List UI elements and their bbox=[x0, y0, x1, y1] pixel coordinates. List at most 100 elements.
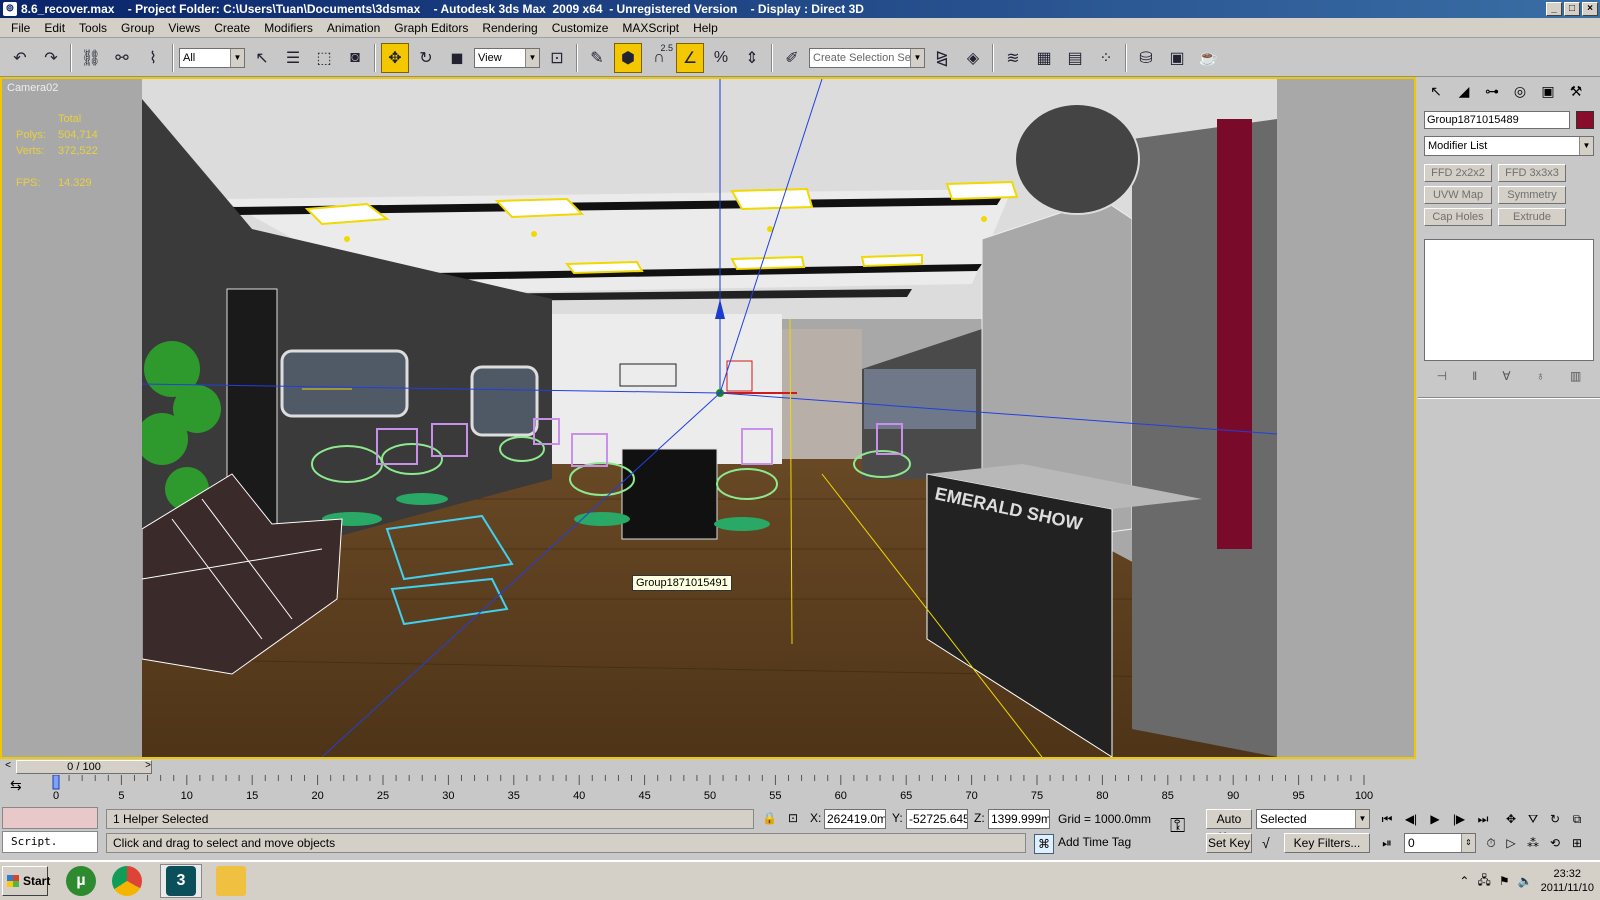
minimize-button[interactable]: _ bbox=[1546, 2, 1562, 16]
time-slider-thumb[interactable]: 0 / 100 bbox=[16, 760, 152, 774]
maximize-viewport-icon[interactable]: ⊞ bbox=[1566, 833, 1588, 853]
zoom-icon[interactable]: ⛛ bbox=[1522, 809, 1544, 829]
select-and-manipulate-icon[interactable]: ✎ bbox=[583, 43, 611, 73]
menu-maxscript[interactable]: MAXScript bbox=[615, 18, 686, 38]
x-coordinate-field[interactable]: 262419.0m bbox=[824, 809, 886, 829]
action-center-icon[interactable]: ⚑ bbox=[1499, 874, 1510, 888]
maximize-button[interactable]: □ bbox=[1564, 2, 1580, 16]
y-coordinate-field[interactable]: -52725.645 bbox=[906, 809, 968, 829]
select-and-link-icon[interactable]: ⛓ bbox=[77, 43, 105, 73]
select-and-scale-icon[interactable]: ◼ bbox=[443, 43, 471, 73]
undo-icon[interactable]: ↶ bbox=[6, 43, 34, 73]
menu-help[interactable]: Help bbox=[686, 18, 725, 38]
hierarchy-tab-icon[interactable]: ⊶ bbox=[1480, 81, 1504, 101]
field-of-view-icon[interactable]: ▷ bbox=[1500, 833, 1522, 853]
key-filters-button[interactable]: Key Filters... bbox=[1284, 833, 1370, 853]
modifier-stack[interactable] bbox=[1424, 239, 1594, 361]
menu-views[interactable]: Views bbox=[161, 18, 207, 38]
menu-graph-editors[interactable]: Graph Editors bbox=[387, 18, 475, 38]
next-frame-icon[interactable]: |▶ bbox=[1448, 809, 1470, 829]
menu-file[interactable]: File bbox=[4, 18, 37, 38]
chrome-task[interactable] bbox=[106, 864, 148, 898]
select-and-rotate-icon[interactable]: ↻ bbox=[412, 43, 440, 73]
zoom-extents-icon[interactable]: ⧉ bbox=[1566, 809, 1588, 829]
ffd-3x3x3-button[interactable]: FFD 3x3x3 bbox=[1498, 164, 1566, 182]
3dsmax-app-icon[interactable]: ⊚ bbox=[3, 2, 17, 16]
menu-tools[interactable]: Tools bbox=[72, 18, 114, 38]
modify-tab-icon[interactable]: ◢ bbox=[1452, 81, 1476, 101]
add-time-tag[interactable]: Add Time Tag bbox=[1058, 835, 1131, 849]
show-hidden-icons-icon[interactable]: ⌃ bbox=[1459, 874, 1469, 888]
3dsmax-task[interactable]: 3 bbox=[160, 864, 202, 898]
redo-icon[interactable]: ↷ bbox=[37, 43, 65, 73]
cap-holes-button[interactable]: Cap Holes bbox=[1424, 208, 1492, 226]
current-time-marker[interactable] bbox=[52, 775, 60, 790]
show-end-result-icon[interactable]: ‖ bbox=[1472, 369, 1477, 383]
pivot-center-icon[interactable]: ⊡ bbox=[543, 43, 571, 73]
previous-frame-icon[interactable]: ◀| bbox=[1400, 809, 1422, 829]
pin-stack-icon[interactable]: ⊣ bbox=[1437, 369, 1447, 383]
unlink-selection-icon[interactable]: ⚯ bbox=[108, 43, 136, 73]
viewport-label[interactable]: Camera02 bbox=[7, 82, 58, 94]
utilities-tab-icon[interactable]: ⚒ bbox=[1564, 81, 1588, 101]
select-object-icon[interactable]: ↖ bbox=[248, 43, 276, 73]
maxscript-input[interactable]: Script. bbox=[2, 831, 98, 853]
go-to-end-icon[interactable]: ⏭ bbox=[1472, 809, 1494, 829]
absolute-mode-icon[interactable]: ⊡ bbox=[788, 811, 798, 825]
time-tag-icon[interactable]: ⌘ bbox=[1034, 834, 1054, 854]
menu-animation[interactable]: Animation bbox=[320, 18, 387, 38]
current-frame-field[interactable]: 0 ⇕ bbox=[1404, 833, 1476, 853]
object-color-swatch[interactable] bbox=[1576, 111, 1594, 129]
configure-modifier-sets-icon[interactable]: ▥ bbox=[1570, 369, 1581, 383]
select-and-move-icon[interactable]: ✥ bbox=[381, 42, 409, 73]
menu-customize[interactable]: Customize bbox=[545, 18, 616, 38]
extrude-button[interactable]: Extrude bbox=[1498, 208, 1566, 226]
key-mode-dropdown[interactable]: Selected ▼ bbox=[1256, 809, 1370, 829]
window-crossing-icon[interactable]: ◙ bbox=[341, 43, 369, 73]
auto-key-button[interactable]: Auto Key bbox=[1206, 809, 1252, 844]
align-icon[interactable]: ◈ bbox=[959, 43, 987, 73]
remove-modifier-icon[interactable]: ♁ bbox=[1536, 369, 1545, 383]
curve-editor-icon[interactable]: ▦ bbox=[1030, 43, 1058, 73]
key-curve-icon[interactable]: √ bbox=[1262, 835, 1270, 851]
reference-coordinate-dropdown[interactable]: View ▼ bbox=[474, 47, 540, 68]
z-coordinate-field[interactable]: 1399.999m bbox=[988, 809, 1050, 829]
edit-named-selection-icon[interactable]: ✐ bbox=[778, 43, 806, 73]
motion-tab-icon[interactable]: ◎ bbox=[1508, 81, 1532, 101]
menu-group[interactable]: Group bbox=[114, 18, 161, 38]
time-slider-prev-arrow[interactable]: < bbox=[2, 760, 14, 774]
angle-snap-icon[interactable]: ∠ bbox=[676, 42, 704, 73]
truck-camera-icon[interactable]: ⁂ bbox=[1522, 833, 1544, 853]
play-icon[interactable]: ▶ bbox=[1424, 809, 1446, 829]
rendered-frame-window-icon[interactable]: ▣ bbox=[1163, 43, 1191, 73]
time-slider-next-arrow[interactable]: > bbox=[142, 760, 154, 774]
track-bar[interactable]: ⇆ 0 5 10 15 20 25 30 35 40 45 50 55 60 65 70 75 80 85 90 95… bbox=[0, 775, 1416, 805]
key-icon[interactable]: ⚿ bbox=[1170, 815, 1185, 838]
bind-to-space-warp-icon[interactable]: ⌇ bbox=[139, 43, 167, 73]
ffd-2x2x2-button[interactable]: FFD 2x2x2 bbox=[1424, 164, 1492, 182]
key-mode-toggle-icon[interactable]: ⏯ bbox=[1376, 833, 1398, 853]
material-editor-icon[interactable]: ⁘ bbox=[1092, 43, 1120, 73]
explorer-task[interactable] bbox=[210, 864, 252, 898]
center-station[interactable] bbox=[621, 448, 718, 540]
layer-manager-icon[interactable]: ≋ bbox=[999, 43, 1027, 73]
roll-camera-icon[interactable]: ⟲ bbox=[1544, 833, 1566, 853]
maxscript-listener-mini[interactable] bbox=[2, 807, 98, 829]
create-tab-icon[interactable]: ↖ bbox=[1424, 81, 1448, 101]
menu-rendering[interactable]: Rendering bbox=[475, 18, 544, 38]
modifier-list-dropdown[interactable]: Modifier List ▼ bbox=[1424, 136, 1594, 156]
render-setup-icon[interactable]: ⛁ bbox=[1132, 43, 1160, 73]
time-slider[interactable]: < 0 / 100 > bbox=[0, 759, 1416, 775]
named-selection-set-dropdown[interactable]: Create Selection Set ▼ bbox=[809, 47, 925, 68]
object-name-field[interactable]: Group1871015489 bbox=[1424, 111, 1570, 129]
mirror-icon[interactable]: ⧎ bbox=[928, 43, 956, 73]
network-icon[interactable]: 🖧 bbox=[1477, 871, 1490, 892]
menu-create[interactable]: Create bbox=[207, 18, 257, 38]
rectangular-selection-icon[interactable]: ⬚ bbox=[310, 43, 338, 73]
menu-edit[interactable]: Edit bbox=[37, 18, 72, 38]
orbit-icon[interactable]: ↻ bbox=[1544, 809, 1566, 829]
time-configuration-icon[interactable]: ⏱ bbox=[1480, 833, 1502, 853]
quick-render-teapot-icon[interactable]: ☕ bbox=[1194, 43, 1222, 73]
volume-icon[interactable]: 🔈 bbox=[1518, 874, 1533, 888]
menu-modifiers[interactable]: Modifiers bbox=[257, 18, 320, 38]
